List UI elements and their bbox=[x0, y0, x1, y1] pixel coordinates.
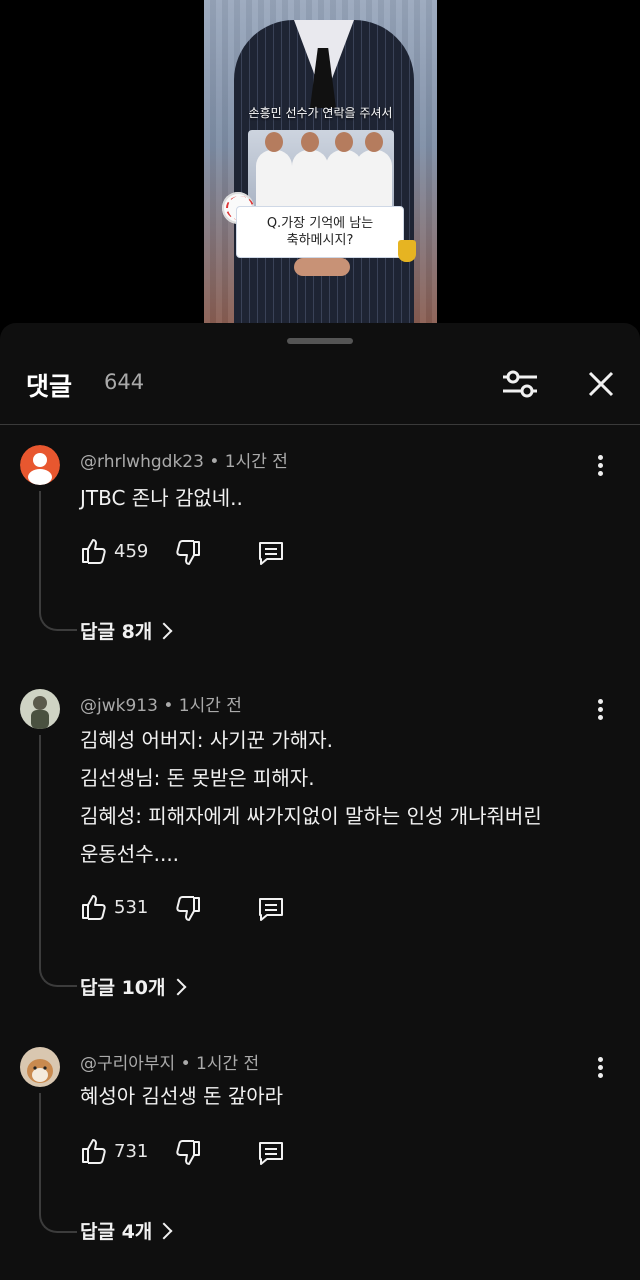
avatar[interactable] bbox=[20, 689, 60, 729]
replies-label: 답글 10개 bbox=[80, 977, 166, 999]
video-hands bbox=[294, 258, 350, 276]
comment-line: 혜성아 김선생 돈 갚아라 bbox=[80, 1084, 284, 1108]
close-icon[interactable] bbox=[584, 367, 618, 401]
comments-title: 댓글 bbox=[26, 372, 73, 401]
comment-meta: @구리아부지 • 1시간 전 bbox=[80, 1054, 260, 1074]
thread-line bbox=[39, 1093, 77, 1233]
comment-time: 1시간 전 bbox=[224, 452, 288, 472]
reply-icon[interactable] bbox=[256, 1139, 286, 1167]
thread-line bbox=[39, 491, 77, 631]
like-icon[interactable] bbox=[80, 893, 108, 921]
comment-time: 1시간 전 bbox=[178, 696, 242, 716]
replies-label: 답글 8개 bbox=[80, 621, 153, 643]
default-avatar-icon bbox=[20, 445, 60, 485]
comment-meta: @jwk913 • 1시간 전 bbox=[80, 696, 242, 716]
comments-count: 644 bbox=[104, 370, 145, 394]
question-line-1: Q.가장 기억에 남는 bbox=[266, 216, 374, 231]
question-line-2: 축하메시지? bbox=[286, 233, 354, 248]
video-inset-photo bbox=[248, 130, 394, 210]
comment-text: JTBC 존나 감없네.. bbox=[80, 479, 243, 517]
more-options-icon[interactable] bbox=[590, 699, 610, 723]
comment-line: JTBC 존나 감없네.. bbox=[80, 486, 243, 510]
like-icon[interactable] bbox=[80, 537, 108, 565]
video-question-card: Q.가장 기억에 남는 축하메시지? bbox=[236, 206, 404, 258]
filter-icon[interactable] bbox=[500, 367, 540, 401]
comments-sheet: 댓글 644 @rhrlwhgdk23 • 1시간 전 JTBC 존나 감없네.… bbox=[0, 323, 640, 1280]
comment-text: 혜성아 김선생 돈 갚아라 bbox=[80, 1077, 283, 1115]
view-replies-button[interactable]: 답글 4개 bbox=[80, 1217, 173, 1244]
photo-person bbox=[256, 132, 292, 210]
comment-line: 김선생님: 돈 못받은 피해자. bbox=[80, 766, 315, 790]
view-replies-button[interactable]: 답글 8개 bbox=[80, 617, 173, 644]
comment-text: 김혜성 어버지: 사기꾼 가해자. 김선생님: 돈 못받은 피해자. 김혜성: … bbox=[80, 721, 542, 873]
dislike-icon[interactable] bbox=[174, 895, 202, 923]
avatar[interactable] bbox=[20, 1047, 60, 1087]
thread-line bbox=[39, 735, 77, 987]
comments-header: 댓글 644 bbox=[0, 353, 640, 423]
photo-person bbox=[292, 132, 328, 210]
replies-label: 답글 4개 bbox=[80, 1221, 153, 1243]
comment-meta: @rhrlwhgdk23 • 1시간 전 bbox=[80, 452, 288, 472]
comment-line: 김혜성: 피해자에게 싸가지없이 말하는 인성 개나줘버린 bbox=[80, 804, 542, 828]
comment-author[interactable]: @rhrlwhgdk23 bbox=[80, 452, 204, 472]
video-player[interactable]: 손흥민 선수가 연락을 주셔서 Q.가장 기억에 남는 축하메시지? bbox=[204, 0, 437, 323]
more-options-icon[interactable] bbox=[590, 455, 610, 479]
dog-photo-avatar bbox=[20, 1047, 60, 1087]
comment-time: 1시간 전 bbox=[196, 1054, 260, 1074]
view-replies-button[interactable]: 답글 10개 bbox=[80, 973, 186, 1000]
header-divider bbox=[0, 424, 640, 425]
photo-person bbox=[356, 132, 392, 210]
like-count: 531 bbox=[114, 897, 149, 918]
dislike-icon[interactable] bbox=[174, 1139, 202, 1167]
dislike-icon[interactable] bbox=[174, 539, 202, 567]
like-icon[interactable] bbox=[80, 1137, 108, 1165]
drag-handle[interactable] bbox=[287, 338, 353, 344]
more-options-icon[interactable] bbox=[590, 1057, 610, 1081]
comment-line: 김혜성 어버지: 사기꾼 가해자. bbox=[80, 728, 333, 752]
comment-line: 운동선수.... bbox=[80, 842, 180, 866]
comment-author[interactable]: @구리아부지 bbox=[80, 1054, 175, 1074]
trophy-icon bbox=[398, 240, 416, 262]
chevron-right-icon bbox=[155, 622, 173, 640]
like-count: 459 bbox=[114, 541, 149, 562]
chevron-right-icon bbox=[155, 1222, 173, 1240]
reply-icon[interactable] bbox=[256, 895, 286, 923]
like-count: 731 bbox=[114, 1141, 149, 1162]
user-photo-avatar bbox=[20, 689, 60, 729]
video-caption: 손흥민 선수가 연락을 주셔서 bbox=[248, 106, 393, 120]
reply-icon[interactable] bbox=[256, 539, 286, 567]
chevron-right-icon bbox=[169, 978, 186, 996]
comment-author[interactable]: @jwk913 bbox=[80, 696, 158, 716]
avatar[interactable] bbox=[20, 445, 60, 485]
